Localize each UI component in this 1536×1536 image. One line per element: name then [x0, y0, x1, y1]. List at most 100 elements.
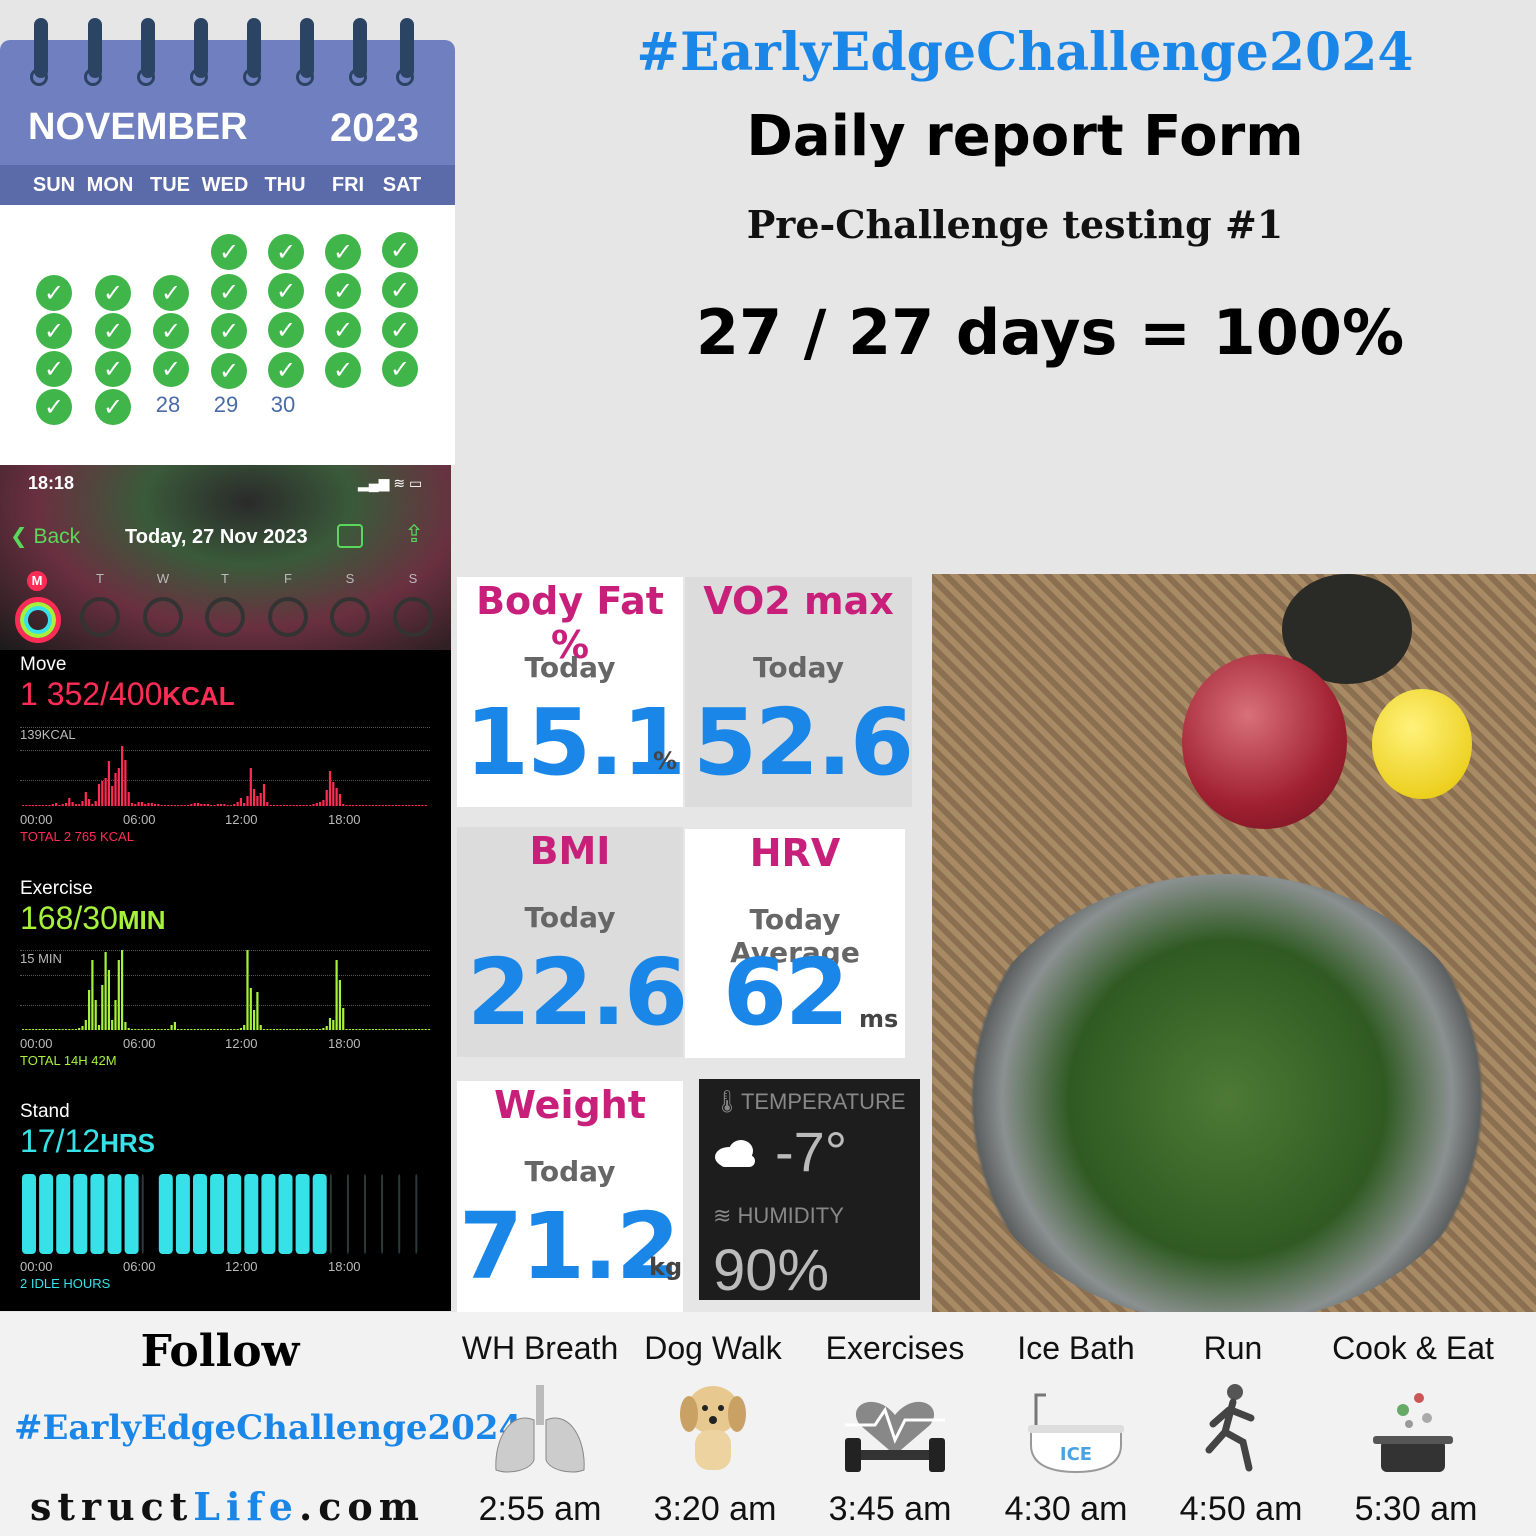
status-icons: ▂▄▆ ≋ ▭	[358, 475, 423, 491]
activity-rings-icon[interactable]	[268, 597, 308, 637]
exercise-value: 168/30MIN	[20, 900, 166, 936]
check-circle-icon: ✓	[211, 234, 247, 270]
day-label-selected[interactable]: M	[27, 571, 47, 591]
humidity-value: 90%	[713, 1238, 830, 1303]
activity-bar	[203, 804, 206, 806]
activity-bar	[378, 1029, 381, 1030]
activity-bar	[404, 805, 407, 806]
activity-bar	[299, 1029, 302, 1030]
check-circle-icon: ✓	[211, 313, 247, 349]
share-icon[interactable]: ⇪	[404, 520, 424, 549]
activity-rings-icon[interactable]	[143, 597, 183, 637]
activity-bar	[338, 794, 341, 806]
activity-bar	[253, 789, 256, 806]
activity-bar	[328, 1018, 332, 1030]
activity-rings-icon[interactable]	[205, 597, 245, 637]
site-link[interactable]: structLife.com	[30, 1484, 425, 1529]
activity-bar	[286, 805, 289, 806]
calendar-icon[interactable]	[337, 524, 363, 548]
stand-hour-bar	[346, 1174, 349, 1254]
activity-bar	[167, 1029, 170, 1030]
activity-rings-icon[interactable]	[15, 597, 61, 643]
activity-bar	[312, 1029, 315, 1030]
day-label[interactable]: T	[85, 571, 115, 586]
activity-bar	[101, 781, 104, 806]
activity-bar	[84, 1020, 87, 1030]
activity-bar	[88, 799, 91, 806]
back-button[interactable]: ❮ Back	[10, 524, 80, 549]
activity-bar	[150, 803, 153, 806]
activity-bar	[25, 805, 28, 806]
activity-bar	[107, 761, 110, 806]
activity-bar	[173, 805, 176, 806]
day-label[interactable]: S	[398, 571, 428, 586]
stand-value: 17/12HRS	[20, 1123, 155, 1159]
check-circle-icon: ✓	[325, 273, 361, 309]
body-fat-unit: %	[653, 747, 678, 775]
activity-bar	[68, 1029, 71, 1030]
activity-bar	[134, 804, 137, 806]
activity-rings-icon[interactable]	[330, 597, 370, 637]
temperature-value: -7°	[775, 1120, 848, 1183]
time-tick: 12:00	[225, 1036, 258, 1051]
activity-bar	[394, 1029, 398, 1030]
activity-bar	[361, 1029, 365, 1030]
activity-bar	[160, 1029, 163, 1030]
activity-bar	[385, 1029, 388, 1030]
activity-bar	[167, 805, 170, 806]
activity-bar	[398, 1029, 401, 1030]
activity-bar	[338, 980, 341, 1030]
activity-rings-icon[interactable]	[80, 597, 120, 637]
activity-bar	[127, 792, 130, 806]
binder-ring-icon	[243, 18, 261, 86]
body-fat-period: Today	[524, 651, 616, 684]
day-label[interactable]: T	[210, 571, 240, 586]
day-label[interactable]: F	[273, 571, 303, 586]
footer-hashtag[interactable]: #EarlyEdgeChallenge2024	[14, 1408, 522, 1448]
activity-bar	[375, 1029, 378, 1030]
activity-bar	[262, 1029, 266, 1030]
activity-bar	[243, 1025, 246, 1030]
activity-bar	[394, 805, 398, 806]
activity-bar	[91, 804, 94, 806]
activity-rings-icon[interactable]	[393, 597, 433, 637]
activity-bar	[130, 1029, 134, 1030]
activity-bar	[315, 803, 318, 806]
activity-bar	[177, 1029, 180, 1030]
check-circle-icon: ✓	[211, 274, 247, 310]
activity-bar	[365, 805, 368, 806]
weight-period: Today	[524, 1155, 616, 1188]
stand-hour-bar	[90, 1174, 105, 1254]
activity-bar	[388, 805, 391, 806]
activity-bar	[305, 805, 308, 806]
activity-bar	[279, 805, 282, 806]
activity-bar	[121, 950, 124, 1030]
activity-bar	[322, 1028, 325, 1030]
check-circle-icon: ✓	[325, 234, 361, 270]
day-label[interactable]: S	[335, 571, 365, 586]
activity-bar	[348, 805, 351, 806]
activity-bar	[183, 1029, 186, 1030]
check-circle-icon: ✓	[95, 275, 131, 311]
activity-label: Exercises	[825, 1330, 965, 1366]
activity-time: 4:30 am	[1004, 1490, 1128, 1528]
activity-bar	[124, 760, 127, 806]
move-chart	[22, 746, 427, 806]
time-tick: 18:00	[328, 1036, 361, 1051]
activity-bar	[31, 1029, 35, 1030]
binder-ring-icon	[84, 18, 102, 86]
activity-bar	[45, 805, 48, 806]
activity-bar	[114, 1000, 117, 1030]
day-label[interactable]: W	[148, 571, 178, 586]
activity-bar	[81, 801, 84, 806]
activity-bar	[173, 1022, 176, 1030]
activity-bar	[147, 803, 150, 806]
activity-bar	[213, 805, 216, 806]
activity-bar	[216, 804, 219, 806]
activity-bar	[289, 805, 292, 806]
stand-hour-bar	[364, 1174, 366, 1254]
check-circle-icon: ✓	[325, 312, 361, 348]
activity-bar	[292, 805, 295, 806]
hrv-card: HRV Today Average 62 ms	[685, 829, 905, 1058]
activity-bar	[266, 1029, 269, 1030]
